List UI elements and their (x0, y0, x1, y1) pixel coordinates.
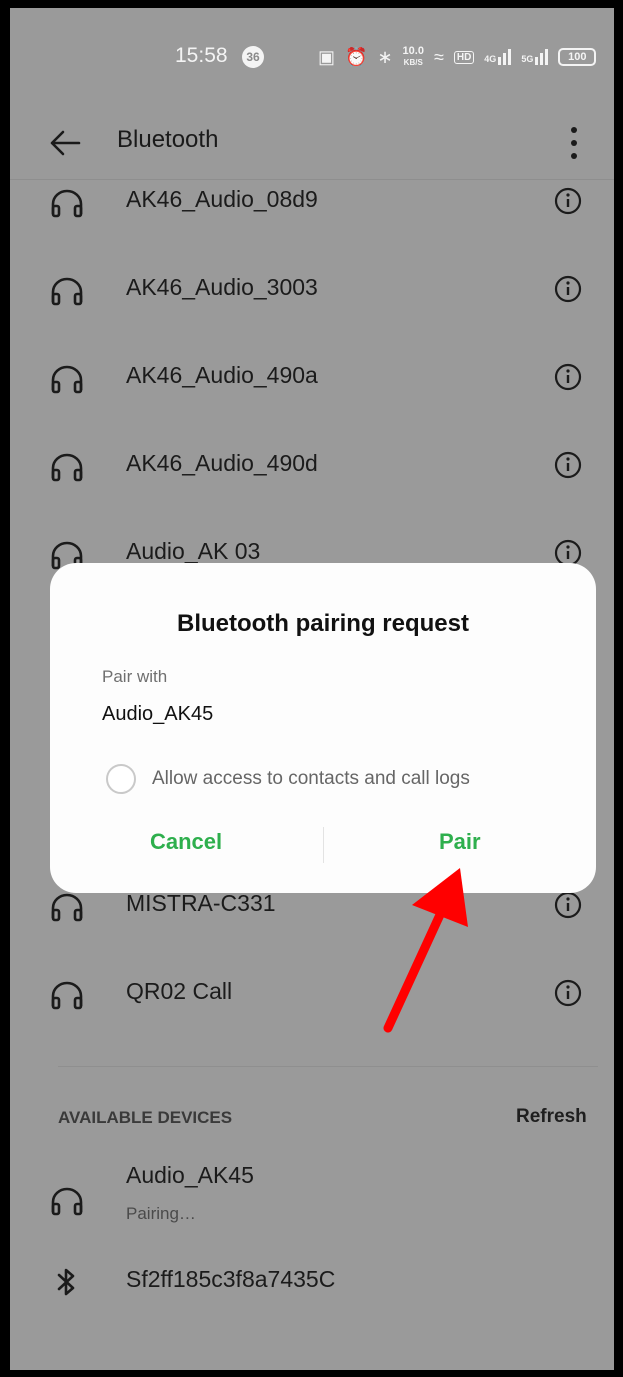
dialog-title: Bluetooth pairing request (176, 610, 469, 637)
device-name: Audio_AK 03 (126, 538, 261, 564)
device-name: Sf2ff185c3f8a7435C (126, 1266, 336, 1292)
annotation-arrow-icon (383, 868, 468, 1033)
pair-button[interactable]: Pair (439, 829, 481, 855)
paired-device-row[interactable]: AK46_Audio_3003 (10, 246, 614, 334)
notification-count-badge: 36 (242, 46, 264, 68)
paired-device-row[interactable]: AK46_Audio_490a (10, 334, 614, 422)
signal-5g-label: 5G (521, 54, 534, 64)
headphones-icon (51, 1187, 83, 1216)
headphones-icon (51, 453, 83, 482)
battery-icon: 100 (558, 48, 597, 66)
button-separator (323, 827, 324, 863)
device-name: AK46_Audio_490a (126, 362, 318, 388)
pairing-dialog: Bluetooth pairing request Pair with Audi… (50, 563, 596, 893)
device-name: AK46_Audio_3003 (126, 274, 318, 300)
signal-4g-label: 4G (484, 54, 497, 64)
cancel-button[interactable]: Cancel (150, 829, 222, 855)
status-bar: 15:58 36 ▣ ⏰ ∗ 10.0 KB/S ≈ HD 4G 5G 100 (10, 8, 614, 88)
headphones-icon (51, 981, 83, 1010)
available-devices-heading: AVAILABLE DEVICES (58, 1108, 233, 1127)
more-options-icon[interactable] (566, 124, 582, 162)
status-time: 15:58 (175, 44, 228, 67)
nfc-icon: ▣ (318, 47, 336, 67)
pair-device-name: Audio_AK45 (102, 703, 214, 725)
status-icons: ▣ ⏰ ∗ 10.0 KB/S ≈ HD 4G 5G 100 (318, 44, 597, 70)
allow-contacts-label[interactable]: Allow access to contacts and call logs (152, 768, 470, 790)
signal-4g-icon: 4G (484, 49, 512, 65)
info-icon[interactable] (553, 274, 583, 304)
refresh-button[interactable]: Refresh (516, 1106, 587, 1128)
bluetooth-icon (57, 1268, 75, 1296)
headphones-icon (51, 893, 83, 922)
device-status: Pairing… (126, 1204, 196, 1223)
phone-screen: 15:58 36 ▣ ⏰ ∗ 10.0 KB/S ≈ HD 4G 5G 100 … (10, 8, 614, 1370)
section-divider (58, 1066, 598, 1067)
info-icon[interactable] (553, 186, 583, 216)
bluetooth-status-icon: ∗ (377, 47, 393, 67)
back-arrow-icon[interactable] (48, 128, 82, 158)
hd-voice-icon: HD (453, 50, 475, 64)
device-name: AK46_Audio_490d (126, 450, 318, 476)
device-name: AK46_Audio_08d9 (126, 186, 318, 212)
allow-contacts-checkbox[interactable] (106, 764, 136, 794)
alarm-icon: ⏰ (345, 47, 368, 67)
info-icon[interactable] (553, 450, 583, 480)
headphones-icon (51, 189, 83, 218)
page-title: Bluetooth (117, 126, 219, 153)
network-speed-unit: KB/S (403, 58, 423, 67)
device-name: MISTRA-C331 (126, 890, 276, 916)
info-icon[interactable] (553, 978, 583, 1008)
network-speed: 10.0 KB/S (403, 46, 424, 68)
paired-device-row[interactable]: AK46_Audio_490d (10, 422, 614, 510)
signal-5g-icon: 5G (521, 49, 549, 65)
device-name: Audio_AK45 (126, 1162, 254, 1188)
device-name: QR02 Call (126, 978, 233, 1004)
headphones-icon (51, 277, 83, 306)
pair-with-label: Pair with (102, 667, 168, 686)
info-icon[interactable] (553, 362, 583, 392)
network-speed-value: 10.0 (402, 45, 424, 57)
paired-device-row[interactable]: QR02 Call (10, 950, 614, 1038)
wifi-icon: ≈ (433, 47, 444, 67)
headphones-icon (51, 365, 83, 394)
paired-device-row[interactable]: AK46_Audio_08d9 (10, 158, 614, 246)
info-icon[interactable] (553, 890, 583, 920)
